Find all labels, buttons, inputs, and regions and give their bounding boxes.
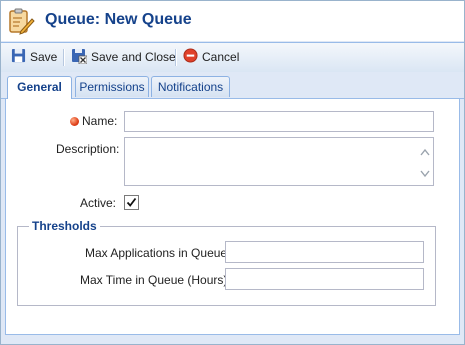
save-and-close-button[interactable]: Save and Close bbox=[71, 48, 176, 66]
save-and-close-label: Save and Close bbox=[91, 50, 176, 64]
required-indicator-icon bbox=[70, 117, 79, 126]
clipboard-edit-icon bbox=[7, 7, 35, 35]
tab-permissions[interactable]: Permissions bbox=[75, 76, 149, 97]
max-applications-label: Max Applications in Queue: bbox=[85, 246, 231, 260]
toolbar: Save Save and Close Cancel bbox=[1, 42, 464, 72]
max-time-label: Max Time in Queue (Hours): bbox=[80, 273, 231, 287]
scroll-down-icon[interactable] bbox=[419, 168, 431, 178]
save-button[interactable]: Save bbox=[11, 48, 57, 66]
cancel-label: Cancel bbox=[202, 50, 240, 64]
scroll-up-icon[interactable] bbox=[419, 146, 431, 156]
description-textarea[interactable] bbox=[124, 137, 434, 186]
tab-general[interactable]: General bbox=[7, 76, 72, 99]
tab-notifications[interactable]: Notifications bbox=[151, 76, 230, 97]
save-close-icon bbox=[71, 48, 91, 67]
window-title: Queue: New Queue bbox=[45, 11, 192, 28]
max-applications-input[interactable] bbox=[225, 241, 424, 263]
active-label: Active: bbox=[80, 196, 117, 210]
queue-window: Queue: New Queue Save Save and Close Can… bbox=[0, 0, 465, 345]
toolbar-separator bbox=[63, 49, 65, 66]
name-input[interactable] bbox=[124, 111, 434, 132]
general-panel: Name: Description: Active: Thresholds Ma… bbox=[5, 99, 460, 335]
cancel-button[interactable]: Cancel bbox=[183, 48, 239, 66]
name-label: Name: bbox=[82, 114, 118, 128]
active-checkbox[interactable] bbox=[124, 195, 139, 210]
max-time-input[interactable] bbox=[225, 268, 424, 290]
cancel-icon bbox=[183, 48, 202, 66]
description-label: Description: bbox=[56, 142, 120, 156]
title-bar: Queue: New Queue bbox=[1, 1, 464, 41]
save-label: Save bbox=[30, 50, 58, 64]
floppy-disk-icon bbox=[11, 48, 30, 66]
toolbar-separator bbox=[175, 49, 177, 66]
checkmark-icon bbox=[126, 197, 137, 207]
tab-strip: General Permissions Notifications bbox=[1, 72, 464, 99]
thresholds-legend: Thresholds bbox=[32, 219, 97, 233]
